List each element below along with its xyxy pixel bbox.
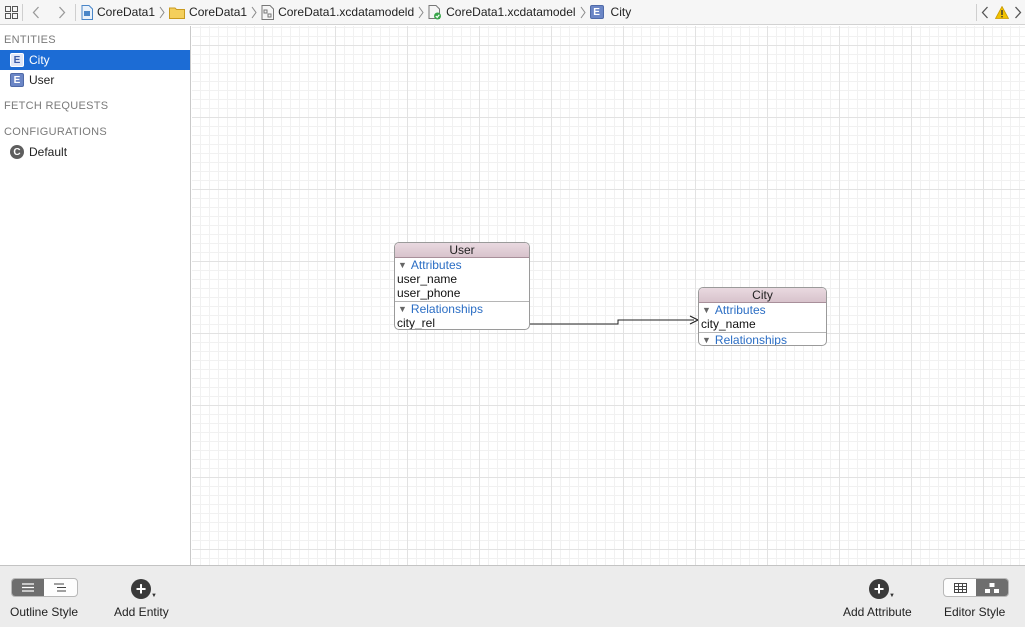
relationship-row[interactable]: city_rel bbox=[395, 316, 529, 329]
next-issue-icon[interactable] bbox=[1011, 0, 1025, 25]
sidebar-item-city[interactable]: E City bbox=[0, 50, 190, 70]
entity-icon: E bbox=[10, 73, 24, 87]
editor-style-label: Editor Style bbox=[944, 605, 1006, 619]
attribute-row[interactable]: user_phone bbox=[395, 286, 529, 300]
add-attribute-button[interactable]: + bbox=[869, 579, 889, 599]
disclosure-triangle-icon[interactable]: ▼ bbox=[702, 303, 711, 317]
graph-editor-canvas[interactable]: User ▼ Attributes user_name user_phone ▼… bbox=[192, 26, 1025, 565]
chevron-right-icon bbox=[580, 6, 586, 19]
outline-style-label: Outline Style bbox=[10, 605, 79, 619]
breadcrumb: CoreData1 CoreData1 CoreData1.xcdatamode… bbox=[76, 0, 631, 25]
section-label: Relationships bbox=[714, 333, 787, 346]
attribute-row[interactable]: city_name bbox=[699, 317, 826, 331]
add-entity-label: Add Entity bbox=[114, 605, 169, 619]
attributes-section[interactable]: ▼ Attributes bbox=[395, 258, 529, 272]
warning-icon[interactable] bbox=[993, 0, 1011, 25]
section-label: Attributes bbox=[714, 303, 766, 317]
configurations-section-header: CONFIGURATIONS bbox=[4, 126, 107, 138]
section-label: Attributes bbox=[410, 258, 462, 272]
entity-icon: E bbox=[10, 53, 24, 67]
jump-bar-right bbox=[976, 0, 1025, 25]
back-arrow-icon[interactable] bbox=[23, 0, 49, 25]
jump-bar: CoreData1 CoreData1 CoreData1.xcdatamode… bbox=[0, 0, 1025, 25]
model-bundle-icon bbox=[261, 4, 275, 20]
add-attribute-label: Add Attribute bbox=[843, 605, 912, 619]
outline-style-segmented-control[interactable] bbox=[11, 578, 78, 597]
sidebar-item-default-configuration[interactable]: C Default bbox=[0, 142, 190, 162]
entity-box-user[interactable]: User ▼ Attributes user_name user_phone ▼… bbox=[394, 242, 530, 330]
list-icon bbox=[22, 583, 34, 592]
sidebar-item-label: City bbox=[29, 53, 50, 67]
table-editor-style-button[interactable] bbox=[944, 579, 976, 596]
entity-icon: E bbox=[589, 5, 604, 19]
previous-issue-icon[interactable] bbox=[977, 0, 993, 25]
entity-title: User bbox=[395, 243, 529, 258]
related-items-grid-icon[interactable] bbox=[0, 0, 22, 25]
folder-icon bbox=[169, 6, 186, 19]
attribute-row[interactable]: user_name bbox=[395, 272, 529, 286]
attributes-section[interactable]: ▼ Attributes bbox=[699, 303, 826, 317]
relationship-connector bbox=[530, 315, 700, 325]
indented-list-icon bbox=[54, 583, 66, 592]
table-grid-icon bbox=[953, 582, 967, 593]
dropdown-caret-icon[interactable]: ▼ bbox=[889, 593, 895, 599]
breadcrumb-model-bundle[interactable]: CoreData1.xcdatamodeld bbox=[261, 0, 414, 25]
table-style-button[interactable] bbox=[12, 579, 44, 596]
disclosure-triangle-icon[interactable]: ▼ bbox=[398, 302, 407, 316]
sidebar-item-label: Default bbox=[29, 145, 68, 159]
hierarchy-style-button[interactable] bbox=[44, 579, 76, 596]
breadcrumb-label: CoreData1 bbox=[97, 5, 156, 19]
breadcrumb-data-model[interactable]: CoreData1.xcdatamodel bbox=[428, 0, 576, 25]
data-model-icon bbox=[428, 4, 442, 20]
forward-arrow-icon[interactable] bbox=[49, 0, 75, 25]
project-file-icon bbox=[81, 4, 93, 20]
sidebar-item-user[interactable]: E User bbox=[0, 70, 190, 90]
disclosure-triangle-icon[interactable]: ▼ bbox=[702, 333, 711, 345]
entity-title: City bbox=[699, 288, 826, 303]
breadcrumb-entity[interactable]: E City bbox=[589, 0, 632, 25]
configuration-icon: C bbox=[10, 145, 24, 159]
sidebar-item-label: User bbox=[29, 73, 55, 87]
chevron-right-icon bbox=[418, 6, 424, 19]
disclosure-triangle-icon[interactable]: ▼ bbox=[398, 258, 407, 272]
graph-editor-style-button[interactable] bbox=[976, 579, 1008, 596]
breadcrumb-label: CoreData1.xcdatamodel bbox=[446, 5, 576, 19]
breadcrumb-folder[interactable]: CoreData1 bbox=[169, 0, 247, 25]
relationships-section[interactable]: ▼ Relationships bbox=[699, 333, 826, 346]
entity-box-city[interactable]: City ▼ Attributes city_name ▼ Relationsh… bbox=[698, 287, 827, 346]
chevron-right-icon bbox=[251, 6, 257, 19]
editor-style-segmented-control[interactable] bbox=[943, 578, 1009, 597]
editor-bottom-bar: Outline Style + ▼ Add Entity + ▼ Add Att… bbox=[0, 565, 1025, 627]
breadcrumb-label: CoreData1.xcdatamodeld bbox=[278, 5, 415, 19]
section-label: Relationships bbox=[410, 302, 483, 316]
relationships-section[interactable]: ▼ Relationships bbox=[395, 302, 529, 316]
dropdown-caret-icon[interactable]: ▼ bbox=[151, 593, 157, 599]
outline-sidebar: ENTITIES E City E User FETCH REQUESTS CO… bbox=[0, 26, 191, 565]
chevron-right-icon bbox=[159, 6, 165, 19]
fetch-requests-section-header: FETCH REQUESTS bbox=[4, 100, 109, 112]
breadcrumb-label: CoreData1 bbox=[189, 5, 248, 19]
entities-section-header: ENTITIES bbox=[4, 34, 56, 46]
breadcrumb-project[interactable]: CoreData1 bbox=[81, 0, 155, 25]
breadcrumb-label: City bbox=[610, 5, 632, 19]
add-entity-button[interactable]: + bbox=[131, 579, 151, 599]
graph-icon bbox=[985, 582, 999, 593]
